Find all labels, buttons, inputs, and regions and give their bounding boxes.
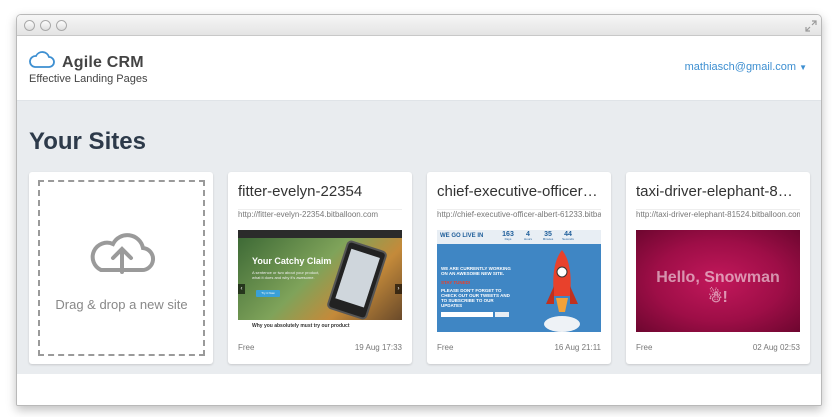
chevron-left-icon: ‹ [238,284,245,294]
brand-logo[interactable]: Agile CRM [29,50,144,75]
preview-subscribe-text: PLEASE DON'T FORGET TO CHECK OUT OUR TWE… [441,288,510,308]
site-meta: Free 02 Aug 02:53 [636,343,800,352]
site-url[interactable]: http://chief-executive-officer-albert-61… [437,209,601,219]
fullscreen-icon[interactable] [805,19,817,32]
site-plan: Free [636,343,653,352]
rocket-icon [544,250,580,332]
countdown-days: 163 Days [502,231,514,241]
cloud-upload-icon [87,224,157,297]
site-date: 02 Aug 02:53 [752,343,800,352]
site-thumbnail[interactable]: Hello, Snowman ☃! [636,230,800,332]
site-title[interactable]: fitter-evelyn-22354 [238,183,402,200]
site-card[interactable]: taxi-driver-elephant-81524 http://taxi-d… [626,172,810,364]
preview-button: Try it Now [256,290,280,297]
site-meta: Free 16 Aug 21:11 [437,343,601,352]
countdown-seconds: 44 Seconds [562,231,574,241]
preview-footer-text: Why you absolutely must try our product [252,323,350,329]
preview-hero: Your Catchy Claim A sentence or two abou… [238,238,402,321]
site-thumbnail[interactable]: WE GO LIVE IN 163 Days 4 Hours 35 Minutes 4… [437,230,601,332]
page-title: Your Sites [29,128,146,155]
minimize-window-button[interactable] [40,20,51,31]
cloud-icon [29,50,55,75]
app-header: Agile CRM Effective Landing Pages mathia… [17,36,821,101]
site-plan: Free [437,343,454,352]
sites-panel: Your Sites Drag & drop a new site fitter… [17,101,821,374]
site-title[interactable]: taxi-driver-elephant-81524 [636,183,800,200]
preview-headline: Your Catchy Claim [252,256,332,266]
close-window-button[interactable] [24,20,35,31]
user-email: mathiasch@gmail.com [684,61,797,73]
countdown-minutes: 35 Minutes [542,231,554,241]
preview-snowman-text: ☃! [708,289,728,306]
brand-name: Agile CRM [62,53,144,71]
site-card[interactable]: fitter-evelyn-22354 http://fitter-evelyn… [228,172,412,364]
preview-message: WE ARE CURRENTLY WORKING ON AN AWESOME N… [441,266,511,276]
site-date: 19 Aug 17:33 [354,343,402,352]
brand-tagline: Effective Landing Pages [29,73,148,85]
user-menu[interactable]: mathiasch@gmail.com ▼ [685,61,807,73]
chevron-right-icon: › [395,284,402,294]
preview-navbar [238,230,402,238]
site-card[interactable]: chief-executive-officer-albert-61233 htt… [427,172,611,364]
zoom-window-button[interactable] [56,20,67,31]
countdown-hours: 4 Hours [523,231,532,241]
footer-area [17,374,821,405]
preview-stay-tuned: STAY TUNED! [441,280,471,285]
site-title[interactable]: chief-executive-officer-albert-61233 [437,183,601,200]
browser-window: Agile CRM Effective Landing Pages mathia… [16,14,822,406]
preview-subscribe-button [495,312,509,317]
site-url[interactable]: http://fitter-evelyn-22354.bitballoon.co… [238,209,402,219]
preview-subtext: A sentence or two about your product, wh… [252,270,320,280]
chevron-down-icon: ▼ [799,63,807,72]
preview-email-field [441,312,493,317]
preview-hello-text: Hello, Snowman [656,269,780,286]
site-thumbnail[interactable]: Your Catchy Claim A sentence or two abou… [238,230,402,332]
window-titlebar [17,15,821,36]
dropzone-area[interactable]: Drag & drop a new site [38,180,205,356]
site-meta: Free 19 Aug 17:33 [238,343,402,352]
preview-golive: WE GO LIVE IN [440,233,484,239]
site-plan: Free [238,343,255,352]
site-date: 16 Aug 21:11 [554,343,601,352]
site-url[interactable]: http://taxi-driver-elephant-81524.bitbal… [636,209,800,219]
dropzone-card[interactable]: Drag & drop a new site [29,172,213,364]
phone-image [325,239,389,321]
dropzone-label: Drag & drop a new site [55,297,188,312]
